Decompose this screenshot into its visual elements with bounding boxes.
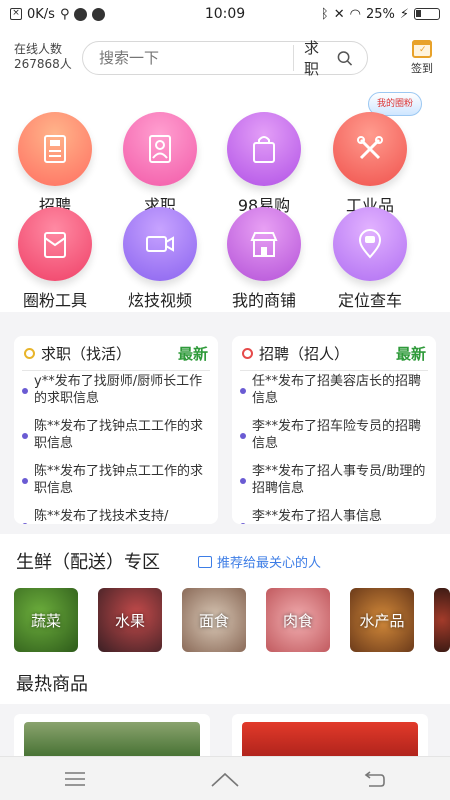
job-seeking-list: y**发布了找厨师/厨师长工作的求职信息 陈**发布了找钟点工工作的求职信息 陈… bbox=[14, 371, 218, 524]
tools-icon bbox=[333, 112, 407, 186]
recruiting-card[interactable]: 招聘（招人） 最新 任**发布了招美容店长的招聘信息 李**发布了招车险专员的招… bbox=[232, 336, 436, 524]
info-feed: 求职（找活） 最新 y**发布了找厨师/厨师长工作的求职信息 陈**发布了找钟点… bbox=[0, 312, 450, 534]
product-list bbox=[0, 704, 450, 774]
status-left: × 0K/s ⚲ bbox=[10, 6, 106, 22]
list-item[interactable]: 李**发布了招人事专员/助理的招聘信息 bbox=[238, 463, 430, 497]
red-envelope-icon bbox=[18, 207, 92, 281]
grid-item-98-shop[interactable]: 98易购 bbox=[214, 112, 314, 216]
grid-label: 我的商铺 bbox=[231, 291, 296, 310]
search-type-label: 求职 bbox=[303, 39, 319, 78]
system-nav-bar bbox=[0, 756, 450, 800]
search-icon bbox=[337, 50, 353, 66]
recruiting-title: 招聘（招人） bbox=[259, 344, 350, 363]
fresh-tile-seafood[interactable]: 水产品 bbox=[350, 588, 414, 652]
shopping-bag-icon bbox=[227, 112, 301, 186]
list-item[interactable]: 李**发布了招车险专员的招聘信息 bbox=[238, 418, 430, 452]
close-notification-icon: × bbox=[10, 8, 22, 20]
fresh-section-header: 生鲜（配送）专区 推荐给最关心的人 bbox=[0, 534, 450, 586]
hot-products-title: 最热商品 bbox=[16, 674, 88, 695]
fresh-tile-label: 水产品 bbox=[359, 611, 405, 630]
fresh-tile-fruit[interactable]: 水果 bbox=[98, 588, 162, 652]
grid-label: 炫技视频 bbox=[127, 291, 192, 310]
recruiting-header: 招聘（招人） 最新 bbox=[232, 336, 436, 370]
latest-label[interactable]: 最新 bbox=[396, 343, 426, 364]
location-car-icon bbox=[333, 207, 407, 281]
fresh-tile-label: 面食 bbox=[198, 611, 229, 630]
search-input[interactable] bbox=[83, 49, 293, 67]
grid-item-industrial[interactable]: 工业品 bbox=[320, 112, 420, 216]
bluetooth-icon: ᛒ bbox=[320, 6, 329, 22]
circle-dot-icon bbox=[24, 347, 35, 359]
fresh-tile-meat[interactable]: 肉食 bbox=[266, 588, 330, 652]
back-button[interactable] bbox=[355, 764, 395, 794]
battery-percent: 25% bbox=[365, 6, 395, 22]
status-bar: × 0K/s ⚲ 10:09 ᛒ ✕ ◠ 25% ⚡ bbox=[0, 0, 450, 28]
signin-button[interactable]: ✓ 签到 bbox=[404, 40, 440, 76]
online-label: 在线人数 bbox=[14, 42, 63, 56]
latest-label[interactable]: 最新 bbox=[178, 343, 208, 364]
network-speed: 0K/s bbox=[27, 6, 55, 22]
back-icon bbox=[364, 770, 385, 787]
home-button[interactable] bbox=[205, 764, 245, 794]
fresh-categories: 蔬菜 水果 面食 肉食 水产品 bbox=[0, 586, 450, 658]
online-users: 在线人数 267868人 bbox=[14, 42, 72, 72]
mute-icon: ✕ bbox=[333, 6, 345, 22]
message-notification-icon bbox=[92, 7, 106, 21]
circle-dot-icon bbox=[242, 347, 253, 359]
recruit-icon bbox=[18, 112, 92, 186]
status-right: ᛒ ✕ ◠ 25% ⚡ bbox=[321, 7, 440, 22]
grid-item-fan-tools[interactable]: 圈粉工具 bbox=[5, 207, 105, 311]
feature-grid: 我的圈粉 招聘 求职 98易购 工业品 圈粉工具 炫技视频 我的商铺 定位查车 bbox=[0, 90, 450, 312]
wifi-icon: ◠ bbox=[349, 6, 361, 22]
menu-icon bbox=[65, 771, 85, 786]
fresh-tile-more[interactable] bbox=[434, 588, 450, 652]
grid-item-job-seek[interactable]: 求职 bbox=[110, 112, 210, 216]
header: 在线人数 267868人 求职 ✓ 签到 bbox=[0, 28, 450, 90]
grid-item-skill-video[interactable]: 炫技视频 bbox=[110, 207, 210, 311]
grid-item-locate-car[interactable]: 定位查车 bbox=[320, 207, 420, 311]
list-item[interactable]: 陈**发布了找钟点工工作的求职信息 bbox=[20, 418, 212, 452]
home-icon bbox=[211, 772, 239, 787]
charging-icon: ⚡ bbox=[399, 6, 409, 22]
fresh-section-title: 生鲜（配送）专区 bbox=[16, 552, 160, 573]
grid-label: 圈粉工具 bbox=[22, 291, 87, 310]
resume-icon bbox=[123, 112, 197, 186]
menu-button[interactable] bbox=[55, 764, 95, 794]
search-box[interactable]: 求职 bbox=[82, 39, 368, 78]
job-seeking-title: 求职（找活） bbox=[41, 344, 132, 363]
share-label: 推荐给最关心的人 bbox=[217, 556, 322, 571]
search-type-button[interactable]: 求职 bbox=[294, 37, 367, 79]
grid-item-my-store[interactable]: 我的商铺 bbox=[214, 207, 314, 311]
job-seeking-header: 求职（找活） 最新 bbox=[14, 336, 218, 370]
hot-products-header: 最热商品 bbox=[0, 658, 450, 710]
fresh-tile-label: 水果 bbox=[114, 611, 145, 630]
list-item[interactable]: 陈**发布了找钟点工工作的求职信息 bbox=[20, 463, 212, 497]
calendar-check-icon: ✓ bbox=[412, 40, 432, 58]
video-camera-icon bbox=[123, 207, 197, 281]
recruiting-list: 任**发布了招美容店长的招聘信息 李**发布了招车险专员的招聘信息 李**发布了… bbox=[232, 371, 436, 524]
share-icon bbox=[198, 555, 212, 568]
fresh-tile-vegetables[interactable]: 蔬菜 bbox=[14, 588, 78, 652]
job-seeking-card[interactable]: 求职（找活） 最新 y**发布了找厨师/厨师长工作的求职信息 陈**发布了找钟点… bbox=[14, 336, 218, 524]
grid-item-recruit[interactable]: 招聘 bbox=[5, 112, 105, 216]
list-item[interactable]: y**发布了找厨师/厨师长工作的求职信息 bbox=[20, 373, 212, 407]
usb-icon: ⚲ bbox=[59, 6, 70, 22]
share-link[interactable]: 推荐给最关心的人 bbox=[198, 552, 321, 571]
list-item[interactable]: 李**发布了招人事信息 bbox=[238, 508, 430, 524]
storefront-icon bbox=[227, 207, 301, 281]
list-item[interactable]: 任**发布了招美容店长的招聘信息 bbox=[238, 373, 430, 407]
fresh-tile-noodles[interactable]: 面食 bbox=[182, 588, 246, 652]
fresh-tile-label: 肉食 bbox=[282, 611, 313, 630]
list-item[interactable]: 陈**发布了找技术支持/ bbox=[20, 508, 212, 524]
signin-label: 签到 bbox=[411, 62, 433, 75]
app-notification-icon bbox=[74, 7, 88, 21]
battery-icon bbox=[414, 8, 440, 20]
fresh-tile-label: 蔬菜 bbox=[30, 611, 61, 630]
grid-label: 定位查车 bbox=[337, 291, 402, 310]
online-count: 267868人 bbox=[14, 57, 72, 71]
